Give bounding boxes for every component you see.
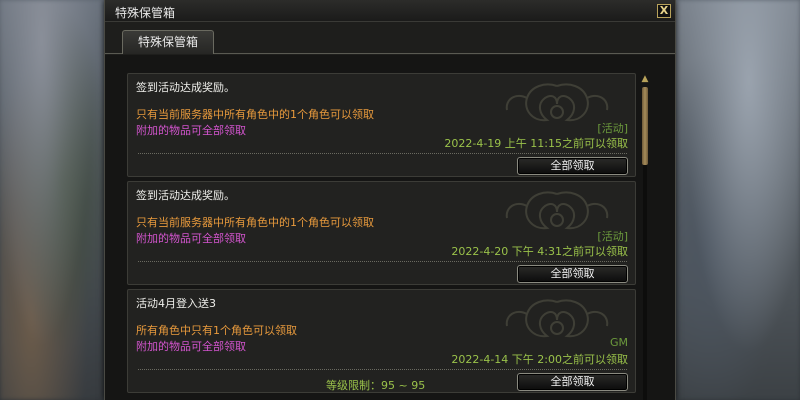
scroll-thumb[interactable] (642, 87, 648, 165)
window-title: 特殊保管箱 (115, 6, 176, 20)
tab-strip: 特殊保管箱 (105, 22, 675, 54)
mail-list: 签到活动达成奖励。 只有当前服务器中所有角色中的1个角色可以领取 附加的物品可全… (105, 55, 675, 400)
mail-card: 签到活动达成奖励。 只有当前服务器中所有角色中的1个角色可以领取 附加的物品可全… (127, 181, 636, 285)
close-button[interactable]: X (657, 4, 671, 18)
window-titlebar[interactable]: 特殊保管箱 X (105, 0, 675, 22)
mail-attachment-text: 附加的物品可全部领取 (136, 124, 246, 137)
mail-sender-tag: GM (609, 336, 628, 349)
scrollbar[interactable]: ▲ (639, 73, 651, 400)
tab-special-storage[interactable]: 特殊保管箱 (122, 30, 214, 54)
divider (138, 261, 627, 262)
mail-attachment-text: 附加的物品可全部领取 (136, 340, 246, 353)
mail-title: 签到活动达成奖励。 (136, 189, 235, 202)
mail-attachment-text: 附加的物品可全部领取 (136, 232, 246, 245)
claim-all-button[interactable]: 全部领取 (517, 157, 628, 175)
mail-condition-text: 只有当前服务器中所有角色中的1个角色可以领取 (136, 108, 374, 121)
divider (138, 369, 627, 370)
mail-sender-tag: [活动] (597, 230, 628, 243)
dragon-emblem-icon (505, 299, 609, 338)
claim-all-button[interactable]: 全部领取 (517, 265, 628, 283)
mail-title: 活动4月登入送3 (136, 297, 216, 310)
scroll-up-arrow-icon[interactable]: ▲ (639, 73, 651, 85)
mail-deadline: 2022-4-19 上午 11:15之前可以领取 (444, 137, 628, 150)
game-background-left (0, 0, 104, 400)
divider (138, 153, 627, 154)
mail-title: 签到活动达成奖励。 (136, 81, 235, 94)
mail-card: 签到活动达成奖励。 只有当前服务器中所有角色中的1个角色可以领取 附加的物品可全… (127, 73, 636, 177)
mail-condition-text: 所有角色中只有1个角色可以领取 (136, 324, 297, 337)
claim-all-button[interactable]: 全部领取 (517, 373, 628, 391)
level-limit-text: 等级限制：95 ~ 95 (326, 379, 426, 392)
mail-condition-text: 只有当前服务器中所有角色中的1个角色可以领取 (136, 216, 374, 229)
game-background-right (672, 0, 800, 400)
mail-card: 活动4月登入送3 所有角色中只有1个角色可以领取 附加的物品可全部领取 GM 2… (127, 289, 636, 393)
mail-deadline: 2022-4-14 下午 2:00之前可以领取 (451, 353, 628, 366)
special-storage-window: 特殊保管箱 X 特殊保管箱 签到活动达成奖励。 只有当前服务器中所有角色中的1个… (104, 0, 676, 400)
mail-sender-tag: [活动] (597, 122, 628, 135)
mail-deadline: 2022-4-20 下午 4:31之前可以领取 (451, 245, 628, 258)
